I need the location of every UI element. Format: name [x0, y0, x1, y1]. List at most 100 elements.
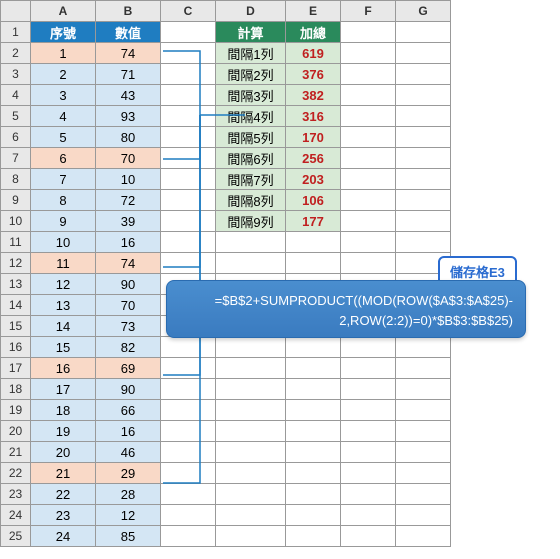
cell[interactable] — [341, 358, 396, 379]
cell[interactable] — [286, 379, 341, 400]
cell[interactable] — [396, 22, 451, 43]
cell[interactable]: 8 — [31, 190, 96, 211]
cell[interactable] — [161, 148, 216, 169]
cell[interactable] — [216, 442, 286, 463]
cell[interactable] — [161, 211, 216, 232]
row-header[interactable]: 5 — [1, 106, 31, 127]
cell[interactable] — [341, 463, 396, 484]
cell[interactable] — [396, 148, 451, 169]
cell[interactable] — [396, 64, 451, 85]
cell[interactable]: 12 — [31, 274, 96, 295]
cell[interactable]: 間隔5列 — [216, 127, 286, 148]
cell[interactable]: 46 — [96, 442, 161, 463]
cell[interactable] — [161, 106, 216, 127]
cell[interactable]: 43 — [96, 85, 161, 106]
cell[interactable] — [396, 421, 451, 442]
cell[interactable]: 6 — [31, 148, 96, 169]
cell[interactable]: 177 — [286, 211, 341, 232]
cell[interactable] — [396, 400, 451, 421]
row-header[interactable]: 4 — [1, 85, 31, 106]
row-header[interactable]: 22 — [1, 463, 31, 484]
cell[interactable] — [216, 358, 286, 379]
cell[interactable]: 間隔7列 — [216, 169, 286, 190]
cell[interactable] — [216, 421, 286, 442]
cell[interactable]: 間隔2列 — [216, 64, 286, 85]
cell[interactable]: 90 — [96, 379, 161, 400]
cell[interactable]: 39 — [96, 211, 161, 232]
cell[interactable] — [161, 463, 216, 484]
row-header[interactable]: 17 — [1, 358, 31, 379]
cell[interactable] — [161, 232, 216, 253]
cell[interactable] — [396, 505, 451, 526]
cell[interactable]: 74 — [96, 253, 161, 274]
row-header[interactable]: 1 — [1, 22, 31, 43]
cell[interactable] — [286, 358, 341, 379]
cell[interactable] — [286, 400, 341, 421]
row-header[interactable]: 21 — [1, 442, 31, 463]
cell[interactable] — [341, 190, 396, 211]
cell[interactable]: 17 — [31, 379, 96, 400]
col-header-D[interactable]: D — [216, 1, 286, 22]
cell[interactable] — [396, 169, 451, 190]
cell[interactable]: 18 — [31, 400, 96, 421]
row-header[interactable]: 2 — [1, 43, 31, 64]
cell[interactable]: 382 — [286, 85, 341, 106]
cell[interactable] — [341, 148, 396, 169]
cell[interactable] — [216, 484, 286, 505]
row-header[interactable]: 13 — [1, 274, 31, 295]
cell[interactable]: 90 — [96, 274, 161, 295]
cell[interactable] — [396, 85, 451, 106]
cell[interactable]: 15 — [31, 337, 96, 358]
cell[interactable] — [216, 526, 286, 547]
cell[interactable] — [341, 232, 396, 253]
cell[interactable] — [341, 106, 396, 127]
cell[interactable] — [286, 505, 341, 526]
cell[interactable] — [341, 400, 396, 421]
cell[interactable] — [161, 484, 216, 505]
corner-cell[interactable] — [1, 1, 31, 22]
cell[interactable] — [396, 106, 451, 127]
col-header-F[interactable]: F — [341, 1, 396, 22]
cell[interactable] — [286, 253, 341, 274]
cell[interactable] — [341, 484, 396, 505]
cell[interactable]: 間隔8列 — [216, 190, 286, 211]
col-header-B[interactable]: B — [96, 1, 161, 22]
cell[interactable]: 序號 — [31, 22, 96, 43]
cell[interactable]: 加總 — [286, 22, 341, 43]
cell[interactable] — [161, 505, 216, 526]
cell[interactable] — [396, 43, 451, 64]
cell[interactable] — [341, 505, 396, 526]
cell[interactable]: 13 — [31, 295, 96, 316]
cell[interactable] — [161, 526, 216, 547]
cell[interactable] — [161, 169, 216, 190]
row-header[interactable]: 3 — [1, 64, 31, 85]
cell[interactable] — [396, 190, 451, 211]
cell[interactable]: 19 — [31, 421, 96, 442]
cell[interactable]: 70 — [96, 148, 161, 169]
cell[interactable]: 28 — [96, 484, 161, 505]
row-header[interactable]: 23 — [1, 484, 31, 505]
cell[interactable] — [396, 484, 451, 505]
cell[interactable] — [161, 43, 216, 64]
row-header[interactable]: 8 — [1, 169, 31, 190]
cell[interactable] — [286, 463, 341, 484]
cell[interactable]: 7 — [31, 169, 96, 190]
cell[interactable]: 16 — [31, 358, 96, 379]
row-header[interactable]: 12 — [1, 253, 31, 274]
cell[interactable] — [341, 22, 396, 43]
cell[interactable]: 間隔3列 — [216, 85, 286, 106]
cell[interactable] — [161, 358, 216, 379]
cell[interactable] — [396, 211, 451, 232]
cell[interactable]: 72 — [96, 190, 161, 211]
cell[interactable] — [161, 64, 216, 85]
cell[interactable]: 間隔9列 — [216, 211, 286, 232]
cell[interactable] — [161, 421, 216, 442]
cell[interactable]: 70 — [96, 295, 161, 316]
cell[interactable] — [396, 526, 451, 547]
row-header[interactable]: 25 — [1, 526, 31, 547]
cell[interactable]: 85 — [96, 526, 161, 547]
col-header-E[interactable]: E — [286, 1, 341, 22]
cell[interactable]: 256 — [286, 148, 341, 169]
row-header[interactable]: 19 — [1, 400, 31, 421]
cell[interactable] — [341, 211, 396, 232]
